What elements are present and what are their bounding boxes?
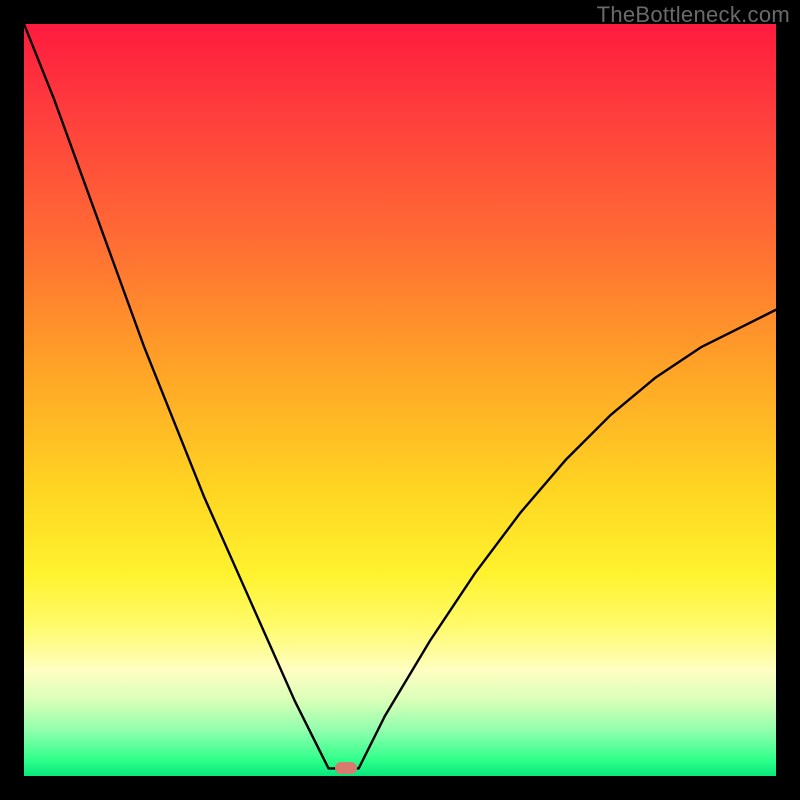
chart-stage: TheBottleneck.com	[0, 0, 800, 800]
plot-area	[24, 24, 776, 776]
optimal-point-marker	[335, 762, 357, 774]
bottleneck-curve	[24, 24, 776, 776]
watermark-label: TheBottleneck.com	[597, 2, 790, 28]
